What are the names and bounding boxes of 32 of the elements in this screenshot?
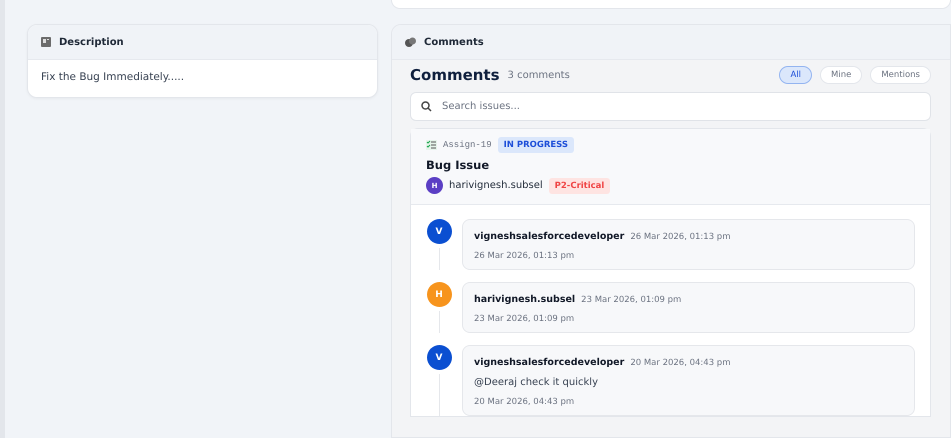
search-input[interactable]: Search issues... [440, 100, 920, 113]
document-icon [41, 37, 51, 47]
filter-pill[interactable]: Mine [820, 66, 862, 84]
avatar: H [426, 282, 452, 307]
issue-key: Assign-19 [443, 140, 492, 150]
assignee-name: harivignesh.subsel [449, 180, 543, 191]
search-icon [421, 101, 432, 112]
description-text: Fix the Bug Immediately..... [40, 70, 186, 85]
comment-author: vigneshsalesforcedeveloper [474, 357, 624, 368]
avatar: V [426, 219, 452, 244]
checklist-icon [426, 140, 437, 150]
comment-author: harivignesh.subsel [474, 294, 576, 305]
priority-badge: P2-Critical [548, 178, 610, 194]
search-field[interactable]: Search issues... [410, 92, 931, 121]
panel-title: Comments [424, 36, 484, 48]
comment-count: 3 comments [508, 70, 571, 80]
filter-pill[interactable]: All [779, 66, 812, 84]
status-badge: IN PROGRESS [498, 137, 574, 153]
issue-title: Bug Issue [426, 158, 490, 172]
comment-author: vigneshsalesforcedeveloper [474, 231, 624, 242]
avatar: V [426, 345, 452, 370]
comment-date: 23 Mar 2026, 01:09 pm [474, 314, 576, 324]
comments-heading: Comments [410, 66, 500, 84]
comment-text: @Deeraj check it quickly [474, 377, 599, 388]
comment-date: 26 Mar 2026, 01:13 pm [474, 251, 576, 261]
filter-pill[interactable]: Mentions [870, 66, 931, 84]
card-title: Description [59, 36, 124, 48]
comment-time: 26 Mar 2026, 01:13 pm [630, 232, 730, 242]
comment-time: 20 Mar 2026, 04:43 pm [630, 358, 730, 368]
comment-time: 23 Mar 2026, 01:09 pm [581, 294, 682, 304]
comment-date: 20 Mar 2026, 04:43 pm [474, 397, 576, 407]
chat-bubbles-icon [405, 37, 416, 47]
